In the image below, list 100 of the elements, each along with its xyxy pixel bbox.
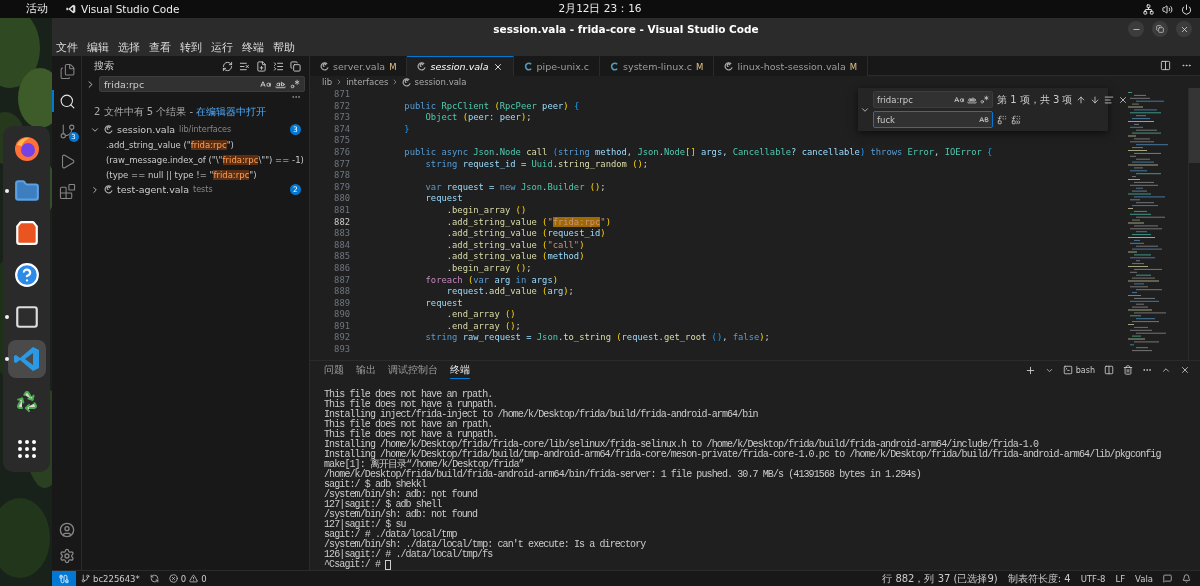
menu-item[interactable]: 终端 bbox=[242, 41, 264, 55]
code-line: .add_string_value ("frida:rpc") bbox=[445, 216, 611, 229]
code-line: .add_string_value (request_id) bbox=[445, 228, 606, 240]
maximize-panel-icon[interactable] bbox=[1161, 365, 1171, 375]
sync-icon bbox=[149, 574, 159, 583]
terminal-shell-button[interactable]: bash bbox=[1062, 365, 1095, 375]
clear-results-icon[interactable] bbox=[239, 60, 250, 72]
activities-button[interactable]: 活动 bbox=[26, 2, 48, 16]
replace-all-icon[interactable] bbox=[1011, 114, 1021, 125]
menu-item[interactable]: 转到 bbox=[180, 41, 202, 55]
line-ending-button[interactable]: LF bbox=[1110, 573, 1131, 584]
menu-item[interactable]: 帮助 bbox=[273, 41, 295, 55]
terminal-line: make[1]: 离开目录“/home/k/Desktop/frida” bbox=[324, 460, 524, 470]
menu-item[interactable]: 选择 bbox=[118, 41, 140, 55]
breadcrumb-item[interactable]: lib bbox=[322, 77, 333, 87]
panel-tab[interactable]: 调试控制台 bbox=[388, 361, 438, 379]
recycle-icon bbox=[14, 389, 39, 413]
branch-button[interactable]: bc225643* bbox=[76, 573, 145, 584]
panel-tab[interactable]: 终端 bbox=[450, 361, 470, 379]
power-icon[interactable] bbox=[1181, 3, 1192, 15]
code-line: public RpcClient (RpcPeer peer) { bbox=[403, 100, 580, 113]
panel-tab[interactable]: 问题 bbox=[324, 361, 344, 379]
line-number: 889 bbox=[334, 297, 350, 310]
whole-word-icon[interactable] bbox=[967, 94, 977, 105]
terminal-line: sagit:/ $ adb shekkl bbox=[324, 480, 427, 490]
find-in-selection-icon[interactable] bbox=[1104, 94, 1115, 105]
volume-icon[interactable] bbox=[1162, 3, 1173, 15]
search-result-line[interactable]: (type == null || type != "frida:rpc") bbox=[82, 167, 309, 182]
language-button[interactable]: Vala bbox=[1130, 573, 1158, 584]
menu-item[interactable]: 查看 bbox=[149, 41, 171, 55]
app-menu-button[interactable]: Visual Studio Code bbox=[66, 3, 180, 15]
sidebar-title: 搜索 bbox=[94, 59, 114, 73]
split-editor-icon[interactable] bbox=[1160, 60, 1171, 71]
line-number: 875 bbox=[334, 135, 350, 147]
previous-match-icon[interactable] bbox=[1076, 94, 1087, 105]
network-icon[interactable] bbox=[1143, 3, 1154, 15]
regex-icon[interactable] bbox=[980, 95, 989, 104]
close-panel-icon[interactable] bbox=[1180, 365, 1190, 375]
breadcrumb-item[interactable]: session.vala bbox=[414, 77, 467, 87]
open-in-editor-link[interactable]: 在编辑器中打开 bbox=[196, 105, 267, 119]
terminal-line: 126|sagit:/ # ./data/local/tmp/fs bbox=[324, 550, 493, 560]
breadcrumb-item[interactable]: interfaces bbox=[346, 77, 389, 87]
terminal-line: /system/bin/sh: adb: not found bbox=[324, 510, 478, 520]
new-file-icon[interactable] bbox=[256, 60, 267, 72]
preserve-case-icon[interactable] bbox=[979, 114, 989, 125]
next-match-icon[interactable] bbox=[1090, 94, 1101, 105]
code-line: Object (peer: peer); bbox=[424, 112, 532, 124]
settings-icon[interactable] bbox=[58, 548, 75, 564]
search-result-line[interactable]: .add_string_value ("frida:rpc") bbox=[82, 137, 309, 152]
code-line: .add_string_value ("call") bbox=[445, 239, 585, 252]
c-file-icon bbox=[523, 62, 533, 71]
list-icon[interactable] bbox=[273, 60, 284, 72]
close-icon[interactable] bbox=[492, 61, 503, 72]
menu-item[interactable]: 文件 bbox=[56, 41, 78, 55]
account-icon[interactable] bbox=[58, 522, 75, 538]
terminal-icon bbox=[13, 304, 40, 330]
line-number: 881 bbox=[334, 204, 350, 217]
editor-tab[interactable]: system-linux.c M bbox=[600, 56, 715, 76]
encoding-button[interactable]: UTF-8 bbox=[1075, 573, 1111, 584]
match-case-icon[interactable] bbox=[260, 78, 271, 90]
minimize-button[interactable] bbox=[1128, 21, 1144, 37]
line-number: 874 bbox=[334, 123, 350, 136]
code-line: public async Json.Node call (string method, Json.Node[] args, Cancellable? cancellable) throws Error, IOError { bbox=[403, 146, 993, 159]
editor-tab[interactable]: pipe-unix.c bbox=[513, 56, 601, 76]
code-line: .begin_array (); bbox=[445, 262, 532, 275]
vscode-icon bbox=[66, 4, 76, 14]
window-title: session.vala - frida-core - Visual Studio Code bbox=[493, 23, 759, 35]
menu-item[interactable]: 编辑 bbox=[87, 41, 109, 55]
clock-button[interactable]: 2月12日 23：16 bbox=[558, 2, 642, 16]
replace-icon[interactable] bbox=[997, 114, 1007, 125]
branch-icon bbox=[81, 574, 90, 583]
problems-button[interactable]: 0 0 bbox=[163, 573, 212, 584]
terminal-line: This file does not have a runpath. bbox=[324, 400, 498, 410]
panel-tab[interactable]: 输出 bbox=[356, 361, 376, 379]
close-icon[interactable] bbox=[1118, 94, 1129, 105]
terminal-line: /system/bin/sh: ./data/local/tmp: can't execute: Is a directory bbox=[324, 540, 646, 550]
search-field[interactable]: frida:rpc bbox=[99, 76, 305, 92]
line-number: 880 bbox=[334, 193, 350, 205]
terminal-line: 127|sagit:/ $ su bbox=[324, 520, 406, 530]
menu-item[interactable]: 运行 bbox=[211, 41, 233, 55]
refresh-icon[interactable] bbox=[222, 60, 233, 72]
cursor-position[interactable]: 行 882，列 37 (已选择9) bbox=[877, 571, 1003, 586]
match-case-icon[interactable] bbox=[954, 94, 964, 105]
editor-tab[interactable]: session.vala bbox=[407, 56, 514, 76]
remote-button[interactable] bbox=[52, 570, 76, 586]
regex-icon[interactable] bbox=[290, 79, 300, 89]
terminal-line: Installing /home/k/Desktop/frida/frida-core/lib/selinux/frida-selinux.h to /home/k/Desktop/frida/build/frida-android-arm64/include/frida-1.0 bbox=[324, 440, 1039, 450]
match-count: 第 1 项，共 3 项 bbox=[997, 92, 1073, 107]
search-result-line[interactable]: (raw_message.index_of ("\"frida:rpc\"") == -1) bbox=[82, 152, 309, 167]
new-terminal-icon[interactable] bbox=[1024, 364, 1036, 376]
indentation-button[interactable]: 制表符长度: 4 bbox=[1002, 571, 1076, 586]
editor-tab[interactable]: linux-host-session.vala M bbox=[714, 56, 869, 76]
code-line: foreach (var arg in args) bbox=[424, 274, 558, 287]
close-button[interactable] bbox=[1176, 21, 1192, 37]
split-terminal-icon[interactable] bbox=[1104, 365, 1114, 375]
replace-field[interactable]: fuck bbox=[873, 111, 993, 128]
trash-icon[interactable] bbox=[1123, 365, 1133, 375]
editor-tab[interactable]: server.vala M bbox=[310, 56, 408, 76]
find-field[interactable]: frida:rpc bbox=[873, 91, 993, 108]
restore-button[interactable] bbox=[1152, 21, 1168, 37]
